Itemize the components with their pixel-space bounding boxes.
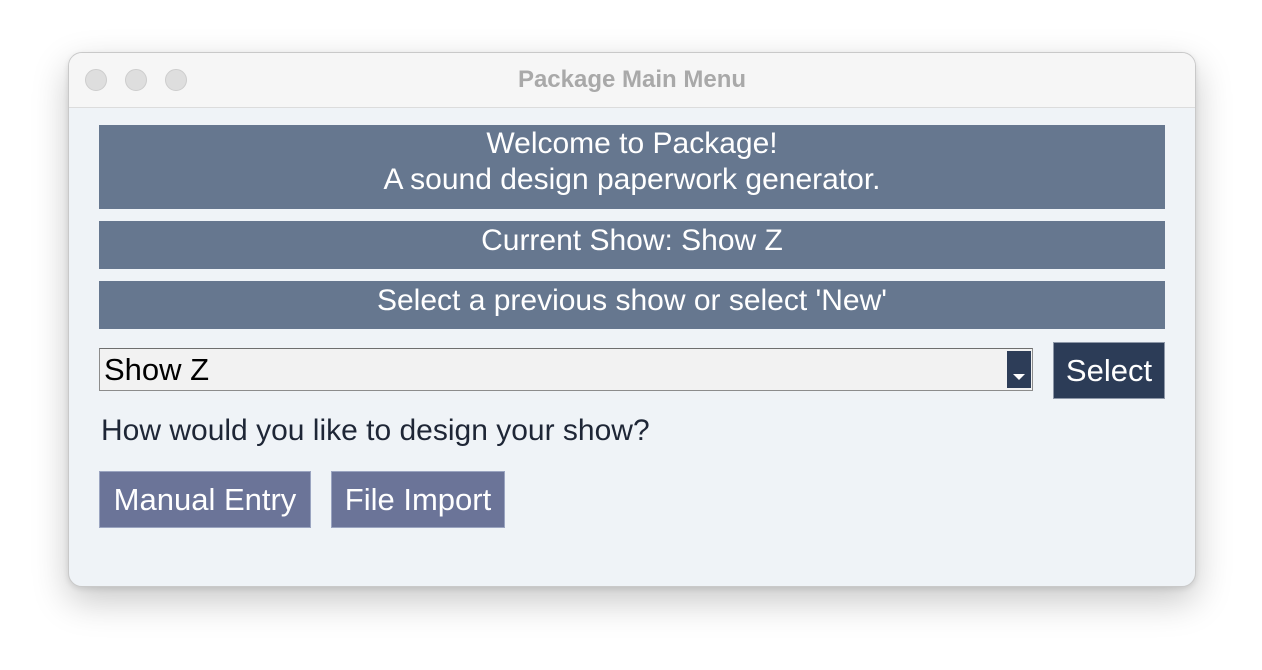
select-show-prompt: Select a previous show or select 'New' xyxy=(99,281,1165,329)
dropdown-selected-value: Show Z xyxy=(104,352,210,387)
main-menu-window: Package Main Menu Welcome to Package! A … xyxy=(68,52,1196,587)
design-question: How would you like to design your show? xyxy=(101,414,650,447)
window-title: Package Main Menu xyxy=(517,66,747,93)
title-bar[interactable]: Package Main Menu xyxy=(69,53,1195,108)
welcome-title: Welcome to Package! xyxy=(486,127,778,160)
main-content: Welcome to Package! A sound design paper… xyxy=(99,125,1165,528)
manual-entry-button[interactable]: Manual Entry xyxy=(99,471,311,528)
current-show-banner: Current Show: Show Z xyxy=(99,221,1165,269)
file-import-button[interactable]: File Import xyxy=(331,471,505,528)
show-dropdown[interactable]: Show Z xyxy=(99,348,1033,391)
design-options: Manual Entry File Import xyxy=(99,471,1165,528)
select-button[interactable]: Select xyxy=(1053,342,1165,399)
welcome-subtitle: A sound design paperwork generator. xyxy=(383,163,881,196)
show-selection-row: Show Z Select xyxy=(99,342,1165,400)
chevron-down-icon[interactable] xyxy=(1007,351,1031,388)
welcome-banner: Welcome to Package! A sound design paper… xyxy=(99,125,1165,209)
